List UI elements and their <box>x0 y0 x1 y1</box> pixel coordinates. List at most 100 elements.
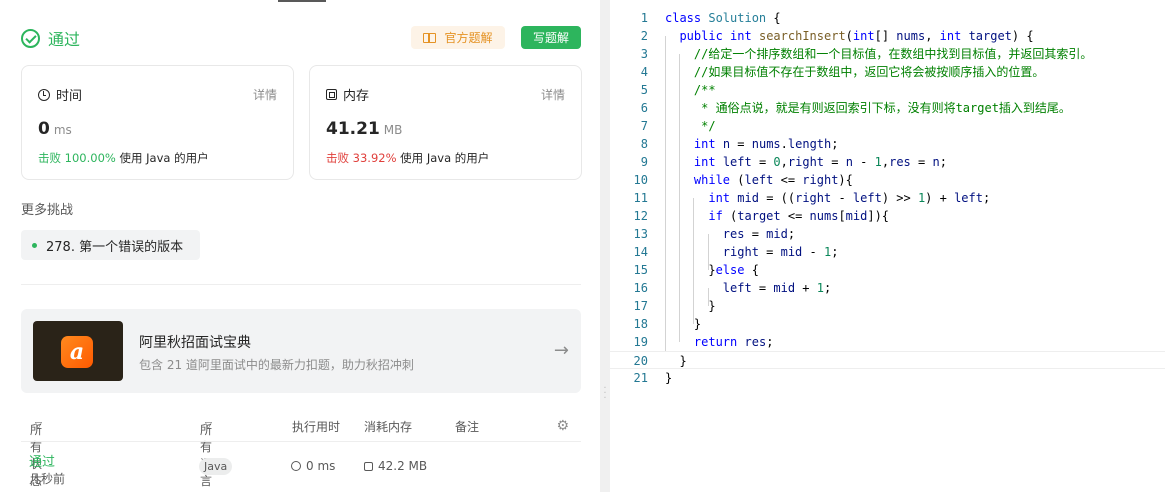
row-language-badge: Java <box>199 458 233 475</box>
line-number: 8 <box>640 137 648 151</box>
drag-handle-icon: · · · <box>603 383 607 404</box>
line-number: 19 <box>633 335 648 349</box>
memory-column-header: 消耗内存 <box>364 420 413 434</box>
chevron-down-icon: ▽ <box>35 421 42 431</box>
line-number: 1 <box>640 11 648 25</box>
runtime-beat-suffix: 使用 Java 的用户 <box>119 151 209 165</box>
memory-detail-link[interactable]: 详情 <box>541 86 565 103</box>
row-memory-value: 42.2 MB <box>378 459 428 473</box>
runtime-column-header: 执行用时 <box>292 420 341 434</box>
runtime-card-title: 时间 <box>56 89 83 104</box>
alibaba-logo-icon: a <box>61 336 93 368</box>
official-solution-button[interactable]: 官方题解 <box>411 26 505 49</box>
line-number: 15 <box>633 263 648 277</box>
panel-splitter[interactable]: · · · <box>600 0 610 492</box>
runtime-beat-percent: 100.00% <box>64 151 116 165</box>
memory-chip-icon <box>364 461 373 471</box>
table-divider <box>21 441 581 442</box>
submissions-table-header: 所有状态▽ 所有语言▽ 执行用时 消耗内存 备注 ⚙ <box>21 415 581 488</box>
line-number: 20 <box>633 354 648 368</box>
runtime-beat: 击败 100.00% 使用 Java 的用户 <box>38 150 209 166</box>
submission-panel: 通过 官方题解 写题解 时间 详情 0 ms 击败 100.00% 使用 Java… <box>0 0 600 492</box>
row-memory: 42.2 MB <box>364 459 427 473</box>
code-line: 10 while (left <= right){ <box>610 171 1165 189</box>
code-line: 17 } <box>610 297 1165 315</box>
row-runtime-value: 0 ms <box>306 459 336 473</box>
line-number: 21 <box>633 371 648 385</box>
code-line: 18 } <box>610 315 1165 333</box>
book-icon <box>423 32 437 43</box>
promo-title: 阿里秋招面试宝典 <box>139 335 251 351</box>
line-number: 6 <box>640 101 648 115</box>
code-line: 6 * 通俗点说，就是有则返回索引下标，没有则将target插入到结尾。 <box>610 99 1165 117</box>
check-circle-icon <box>21 28 40 48</box>
memory-beat: 击败 33.92% 使用 Java 的用户 <box>326 150 489 166</box>
challenge-title: 278. 第一个错误的版本 <box>46 239 184 255</box>
submission-status: 通过 <box>21 26 80 50</box>
gear-icon[interactable]: ⚙ <box>556 418 569 434</box>
runtime-detail-link[interactable]: 详情 <box>253 86 277 103</box>
arrow-right-icon: → <box>553 340 569 361</box>
line-number: 5 <box>640 83 648 97</box>
promo-image: a <box>33 321 123 381</box>
line-number: 13 <box>633 227 648 241</box>
code-line: 1 class Solution { <box>610 9 1165 27</box>
line-number: 12 <box>633 209 648 223</box>
line-number: 2 <box>640 29 648 43</box>
code-line: 7 */ <box>610 117 1165 135</box>
line-number: 11 <box>633 191 648 205</box>
line-number: 3 <box>640 47 648 61</box>
more-challenges-heading: 更多挑战 <box>21 203 74 218</box>
notes-column-header: 备注 <box>455 420 480 434</box>
memory-number: 41.21 <box>326 119 380 139</box>
code-line: 15 }else { <box>610 261 1165 279</box>
code-line: 9 int left = 0,right = n - 1,res = n; <box>610 153 1165 171</box>
memory-card-title: 内存 <box>343 89 370 104</box>
official-solution-label: 官方题解 <box>444 31 493 45</box>
row-runtime: 0 ms <box>291 459 335 473</box>
runtime-number: 0 <box>38 119 50 139</box>
runtime-card: 时间 详情 0 ms 击败 100.00% 使用 Java 的用户 <box>21 65 294 180</box>
row-status[interactable]: 通过 <box>29 451 55 470</box>
memory-value: 41.21 MB <box>326 119 402 139</box>
runtime-value: 0 ms <box>38 119 72 139</box>
code-line: 4 //如果目标值不存在于数组中，返回它将会被按顺序插入的位置。 <box>610 63 1165 81</box>
promo-subtitle: 包含 21 道阿里面试中的最新力扣题，助力秋招冲刺 <box>139 358 414 372</box>
clock-icon <box>38 88 50 101</box>
line-number: 16 <box>633 281 648 295</box>
code-line: 5 /** <box>610 81 1165 99</box>
difficulty-dot <box>32 242 37 248</box>
status-text: 通过 <box>48 30 81 49</box>
code-line: 14 right = mid - 1; <box>610 243 1165 261</box>
line-number: 14 <box>633 245 648 259</box>
memory-beat-percent: 33.92% <box>352 151 397 165</box>
code-line: 21} <box>610 369 1165 387</box>
language-filter-label: 所有语言 <box>200 423 213 488</box>
code-line: 11 int mid = ((right - left) >> 1) + lef… <box>610 189 1165 207</box>
write-solution-button[interactable]: 写题解 <box>521 26 581 49</box>
challenge-tag[interactable]: 278. 第一个错误的版本 <box>21 230 200 260</box>
active-tab-indicator <box>278 0 326 2</box>
promo-banner[interactable]: a 阿里秋招面试宝典 包含 21 道阿里面试中的最新力扣题，助力秋招冲刺 → <box>21 309 581 393</box>
memory-card-header: 内存 <box>326 85 369 104</box>
code-line-current: 20 } <box>610 351 1165 369</box>
code-line: 8 int n = nums.length; <box>610 135 1165 153</box>
code-line: 12 if (target <= nums[mid]){ <box>610 207 1165 225</box>
memory-beat-prefix: 击败 <box>326 151 349 165</box>
memory-card: 内存 详情 41.21 MB 击败 33.92% 使用 Java 的用户 <box>309 65 582 180</box>
code-line: 3 //给定一个排序数组和一个目标值，在数组中找到目标值，并返回其索引。 <box>610 45 1165 63</box>
row-time-ago: 几秒前 <box>29 472 66 486</box>
section-divider <box>21 284 581 285</box>
memory-beat-suffix: 使用 Java 的用户 <box>400 151 490 165</box>
code-editor[interactable]: 1 class Solution { 2 public int searchIns… <box>610 0 1165 492</box>
runtime-beat-prefix: 击败 <box>38 151 61 165</box>
line-number: 17 <box>633 299 648 313</box>
line-number: 9 <box>640 155 648 169</box>
line-number: 7 <box>640 119 648 133</box>
line-number: 10 <box>633 173 648 187</box>
memory-unit: MB <box>383 123 403 137</box>
runtime-card-header: 时间 <box>38 85 82 104</box>
code-line: 19 return res; <box>610 333 1165 351</box>
code-line: 13 res = mid; <box>610 225 1165 243</box>
line-number: 18 <box>633 317 648 331</box>
